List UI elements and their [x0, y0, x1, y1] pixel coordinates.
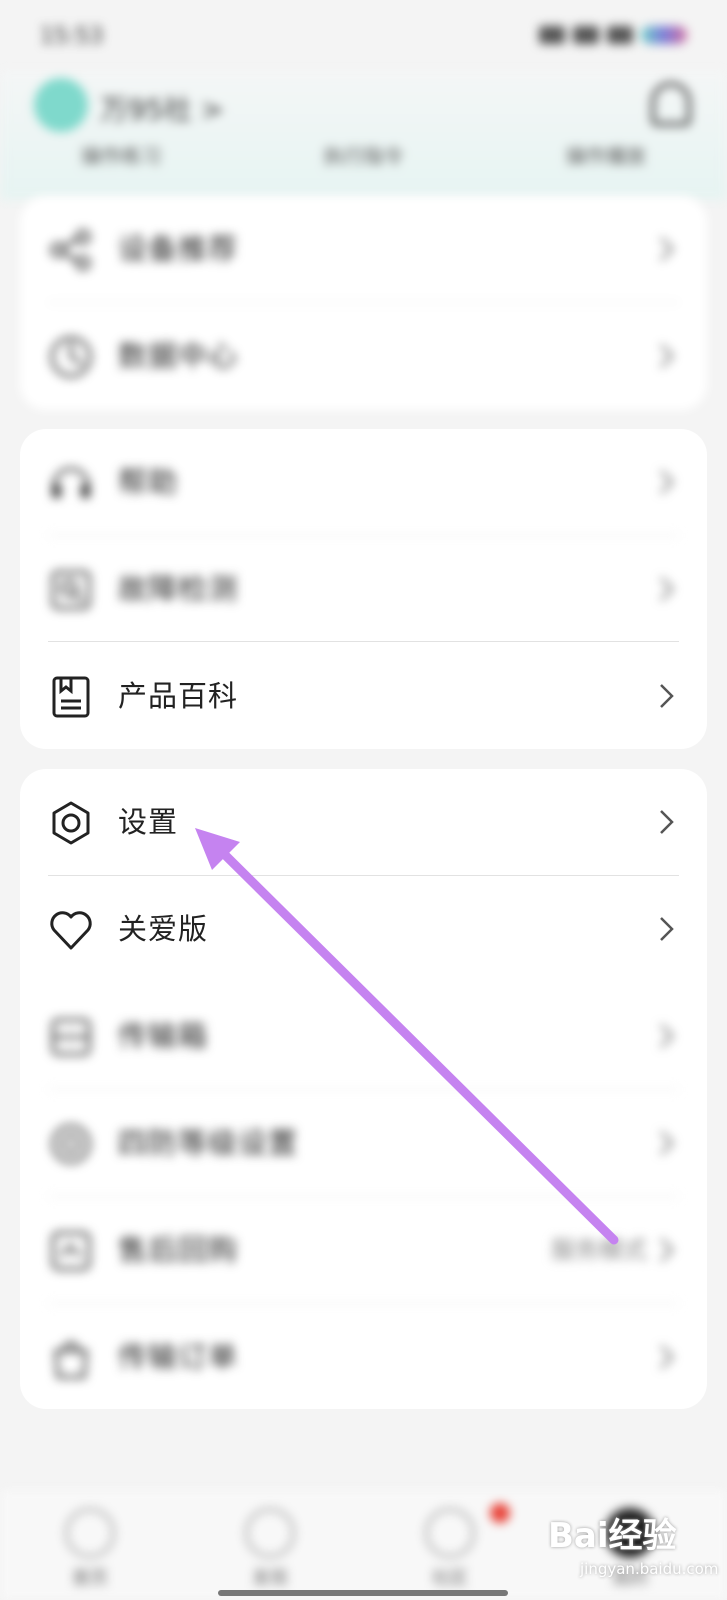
menu-item-label: 传输箱: [118, 1019, 209, 1053]
status-time: 15:53: [40, 24, 104, 49]
menu-item-label: 数据中心: [118, 339, 239, 373]
chevron-right-icon: [660, 237, 674, 261]
username[interactable]: 万95社 >: [100, 88, 224, 128]
menu-item-label: 设备推荐: [118, 232, 239, 266]
menu-item-help[interactable]: 帮助: [20, 429, 707, 536]
gear-icon: [51, 1124, 91, 1164]
chevron-right-icon: [660, 1024, 674, 1048]
menu-item-settings[interactable]: 设置: [20, 769, 707, 876]
menu-item-buyback[interactable]: 售后回购 服务模式: [20, 1197, 707, 1304]
menu-item-orders[interactable]: 传输订单: [20, 1304, 707, 1411]
menu-item-care-mode[interactable]: 关爱版: [20, 876, 707, 983]
stat-item[interactable]: 操作练习: [81, 140, 161, 169]
menu-card-1: 设备推荐 数据中心: [20, 196, 707, 410]
signal-icon-2: [573, 26, 599, 44]
home-indicator[interactable]: [218, 1590, 508, 1596]
diagnosis-icon: [51, 570, 91, 610]
book-icon: [52, 676, 90, 718]
avatar[interactable]: [34, 78, 88, 132]
notification-badge: [490, 1503, 510, 1523]
community-icon: [425, 1503, 510, 1558]
chevron-right-icon: [660, 1131, 674, 1155]
tab-label: 首页: [72, 1568, 108, 1589]
menu-item-protection-setting[interactable]: 四防等级设置: [20, 1090, 707, 1197]
stats-row: 操作练习 执行指令 操作播放: [0, 140, 727, 169]
watermark-logo: Bai经验: [548, 1516, 677, 1556]
tab-community[interactable]: 社区: [400, 1503, 510, 1590]
menu-item-data-center[interactable]: 数据中心: [20, 303, 707, 410]
data-icon: [50, 336, 92, 378]
settings-hexagon-icon: [52, 801, 90, 845]
chevron-right-icon: [660, 1238, 674, 1262]
menu-item-label: 设置: [118, 805, 179, 839]
notification-bell-icon[interactable]: [651, 82, 691, 126]
chevron-right-icon: [660, 917, 674, 941]
share-icon: [50, 229, 91, 271]
tab-label: 社区: [432, 1568, 468, 1589]
chevron-right-icon: [660, 344, 674, 368]
profile-header: 万95社 > 操作练习 执行指令 操作播放: [0, 70, 727, 200]
bag-icon: [54, 1341, 88, 1379]
menu-item-transfer-box[interactable]: 传输箱: [20, 983, 707, 1090]
menu-card-3: 设置 关爱版 传输箱 四防等级设置 售后回购 服务模式 传输订单: [20, 769, 707, 1409]
menu-card-2: 帮助 故障检测 产品百科: [20, 429, 707, 749]
chevron-right-icon: [660, 810, 674, 834]
tab-discover[interactable]: 发现: [220, 1508, 320, 1590]
chevron-right-icon: [660, 470, 674, 494]
status-icons: [539, 26, 687, 44]
battery-icon: [641, 26, 687, 44]
chevron-right-icon: [660, 1345, 674, 1369]
tab-home[interactable]: 首页: [40, 1508, 140, 1590]
menu-item-label: 四防等级设置: [118, 1126, 299, 1160]
menu-item-device-recommend[interactable]: 设备推荐: [20, 196, 707, 303]
stat-item[interactable]: 操作播放: [566, 140, 646, 169]
headset-icon: [52, 467, 90, 498]
wifi-icon: [607, 26, 633, 44]
home-icon: [65, 1508, 115, 1558]
stat-item[interactable]: 执行指令: [323, 140, 403, 169]
watermark-url: jingyan.baidu.com: [580, 1560, 719, 1578]
box-icon: [51, 1018, 91, 1056]
signal-icon: [539, 26, 565, 44]
menu-item-label: 传输订单: [118, 1340, 239, 1374]
backup-icon: [51, 1231, 91, 1271]
menu-item-label: 帮助: [118, 465, 179, 499]
tab-label: 发现: [252, 1568, 288, 1589]
status-bar: 15:53: [0, 0, 727, 70]
menu-item-diagnosis[interactable]: 故障检测: [20, 536, 707, 643]
chevron-right-icon: [660, 684, 674, 708]
menu-item-label: 售后回购: [118, 1233, 239, 1267]
chevron-right-icon: [660, 577, 674, 601]
heart-icon: [50, 911, 92, 950]
menu-item-label: 产品百科: [118, 679, 239, 713]
menu-item-value: 服务模式: [551, 1236, 647, 1264]
discover-icon: [245, 1508, 295, 1558]
menu-item-label: 关爱版: [118, 912, 209, 946]
divider: [48, 641, 679, 642]
menu-item-product-wiki[interactable]: 产品百科: [20, 643, 707, 750]
menu-item-label: 故障检测: [118, 572, 239, 606]
